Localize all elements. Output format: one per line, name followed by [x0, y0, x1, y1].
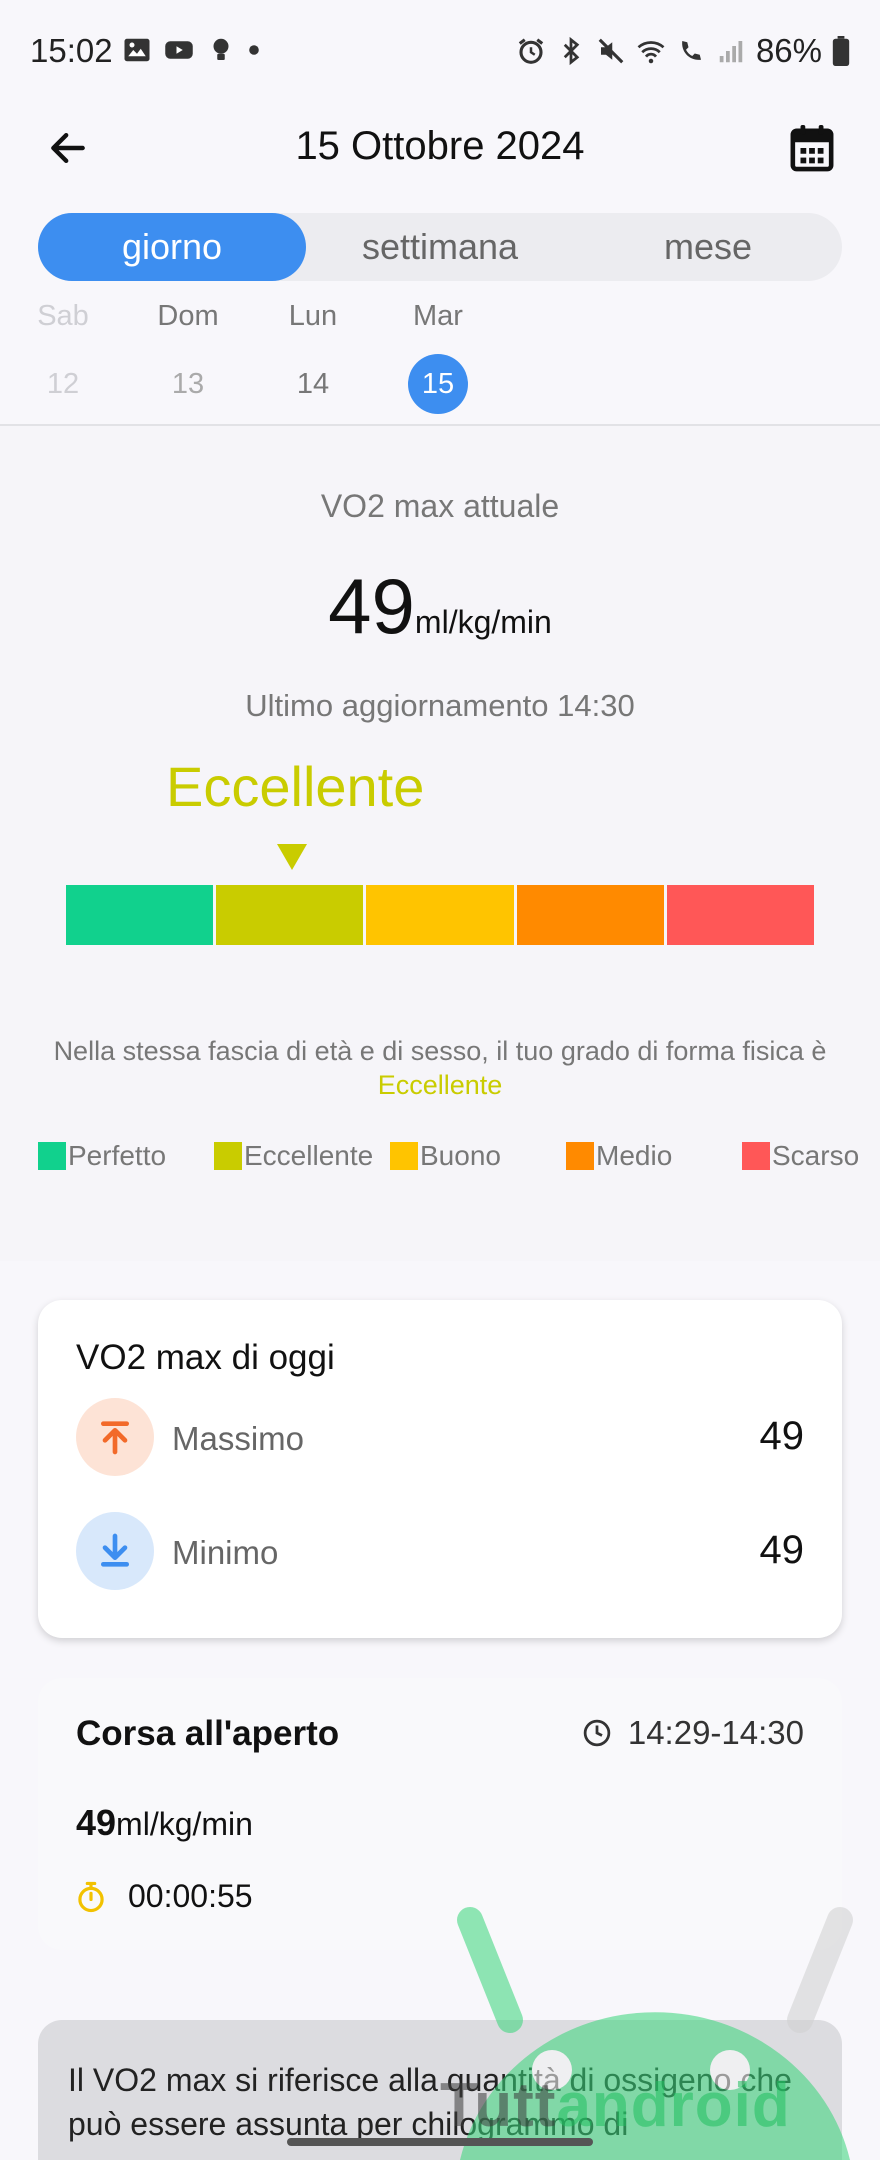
period-tabs: giorno settimana mese: [38, 213, 842, 281]
scale-eccellente: [216, 885, 364, 945]
scale-perfetto: [66, 885, 214, 945]
min-label: Minimo: [172, 1534, 279, 1571]
workout-vo2-value: 49: [76, 1802, 117, 1843]
day-item-selected[interactable]: Mar 15: [388, 300, 488, 414]
day-of-week: Dom: [157, 300, 219, 332]
legend-item: Perfetto: [38, 1140, 166, 1172]
workout-time-range: 14:29-14:30: [627, 1714, 804, 1751]
bulb-icon: [213, 38, 229, 60]
max-icon: [76, 1398, 154, 1476]
max-label: Massimo: [172, 1420, 305, 1457]
top-app-bar: 15 Ottobre 2024: [0, 110, 880, 190]
day-item[interactable]: Sab 12: [13, 300, 113, 414]
tab-settimana[interactable]: settimana: [306, 213, 574, 281]
note-text: Nella stessa fascia di età e di sesso, i…: [53, 1036, 827, 1066]
alarm-icon: [518, 38, 544, 64]
page-title: 15 Ottobre 2024: [295, 124, 585, 168]
dot-icon: [249, 45, 259, 55]
signal-icon: [719, 41, 743, 63]
note-grade: Eccellente: [377, 1070, 503, 1100]
status-time: 15:02: [30, 32, 113, 69]
scale-medio: [516, 885, 664, 945]
workout-vo2-unit: ml/kg/min: [116, 1806, 253, 1842]
status-left-icons: [122, 35, 260, 65]
fitness-note: Nella stessa fascia di età e di sesso, i…: [30, 1034, 850, 1102]
wifi-icon: [637, 41, 665, 64]
scale-pointer: [277, 844, 307, 870]
min-row: Minimo 49: [76, 1512, 804, 1590]
tab-mese[interactable]: mese: [574, 213, 842, 281]
youtube-icon: [165, 41, 193, 59]
max-row: Massimo 49: [76, 1398, 804, 1476]
mute-icon: [598, 38, 624, 64]
stopwatch-icon: [78, 1881, 104, 1912]
scale-buono: [366, 885, 514, 945]
tab-giorno[interactable]: giorno: [38, 213, 306, 281]
day-of-week: Sab: [37, 300, 89, 332]
today-vo2-card: VO2 max di oggi Massimo 49 Minimo 49: [38, 1300, 842, 1638]
workout-duration: 00:00:55: [76, 1878, 253, 1915]
legend: Perfetto Eccellente Buono Medio Scarso: [38, 1140, 880, 1180]
wifi-call-icon: [682, 41, 701, 60]
day-selector: Sab 12 Dom 13 Lun 14 Mar 15: [0, 300, 880, 425]
calendar-icon: [790, 125, 834, 172]
fitness-grade: Eccellente: [166, 755, 425, 818]
day-of-week: Mar: [413, 300, 463, 332]
workout-duration-value: 00:00:55: [128, 1878, 253, 1914]
vo2-unit: ml/kg/min: [414, 604, 552, 640]
bluetooth-icon: [563, 36, 580, 66]
legend-item: Buono: [390, 1140, 501, 1172]
battery-icon: [832, 36, 850, 66]
card-title: VO2 max di oggi: [76, 1338, 335, 1377]
day-number: 13: [171, 368, 205, 400]
watermark-text: Tuttandroid: [440, 2071, 791, 2140]
vo2-summary: VO2 max attuale 49ml/kg/min Ultimo aggio…: [0, 426, 880, 1261]
home-indicator[interactable]: [287, 2138, 593, 2146]
day-number: 15: [408, 354, 468, 414]
fitness-scale: [66, 885, 815, 945]
scale-scarso: [666, 885, 815, 945]
day-number: 14: [296, 368, 330, 400]
battery-percent: 86%: [755, 32, 822, 69]
workout-vo2: 49ml/kg/min: [76, 1802, 253, 1844]
day-number: 12: [46, 368, 80, 400]
last-updated: Ultimo aggiornamento 14:30: [245, 688, 635, 723]
workout-title: Corsa all'aperto: [76, 1714, 340, 1753]
legend-item: Medio: [566, 1140, 672, 1172]
legend-item: Scarso: [742, 1140, 859, 1172]
day-item[interactable]: Lun 14: [263, 300, 363, 414]
status-right: 86%: [516, 32, 850, 70]
max-value: 49: [759, 1414, 805, 1458]
current-value: 49ml/kg/min: [0, 561, 880, 652]
min-value: 49: [759, 1528, 805, 1572]
workout-time: 14:29-14:30: [582, 1714, 804, 1752]
day-item[interactable]: Dom 13: [138, 300, 238, 414]
clock-icon: [583, 1719, 611, 1747]
day-of-week: Lun: [288, 300, 338, 332]
min-icon: [76, 1512, 154, 1590]
calendar-button[interactable]: [784, 120, 840, 176]
current-label: VO2 max attuale: [320, 488, 560, 524]
gallery-icon: [124, 38, 150, 62]
vo2-value: 49: [328, 562, 415, 650]
legend-item: Eccellente: [214, 1140, 373, 1172]
status-bar: 15:02 86%: [0, 0, 880, 100]
